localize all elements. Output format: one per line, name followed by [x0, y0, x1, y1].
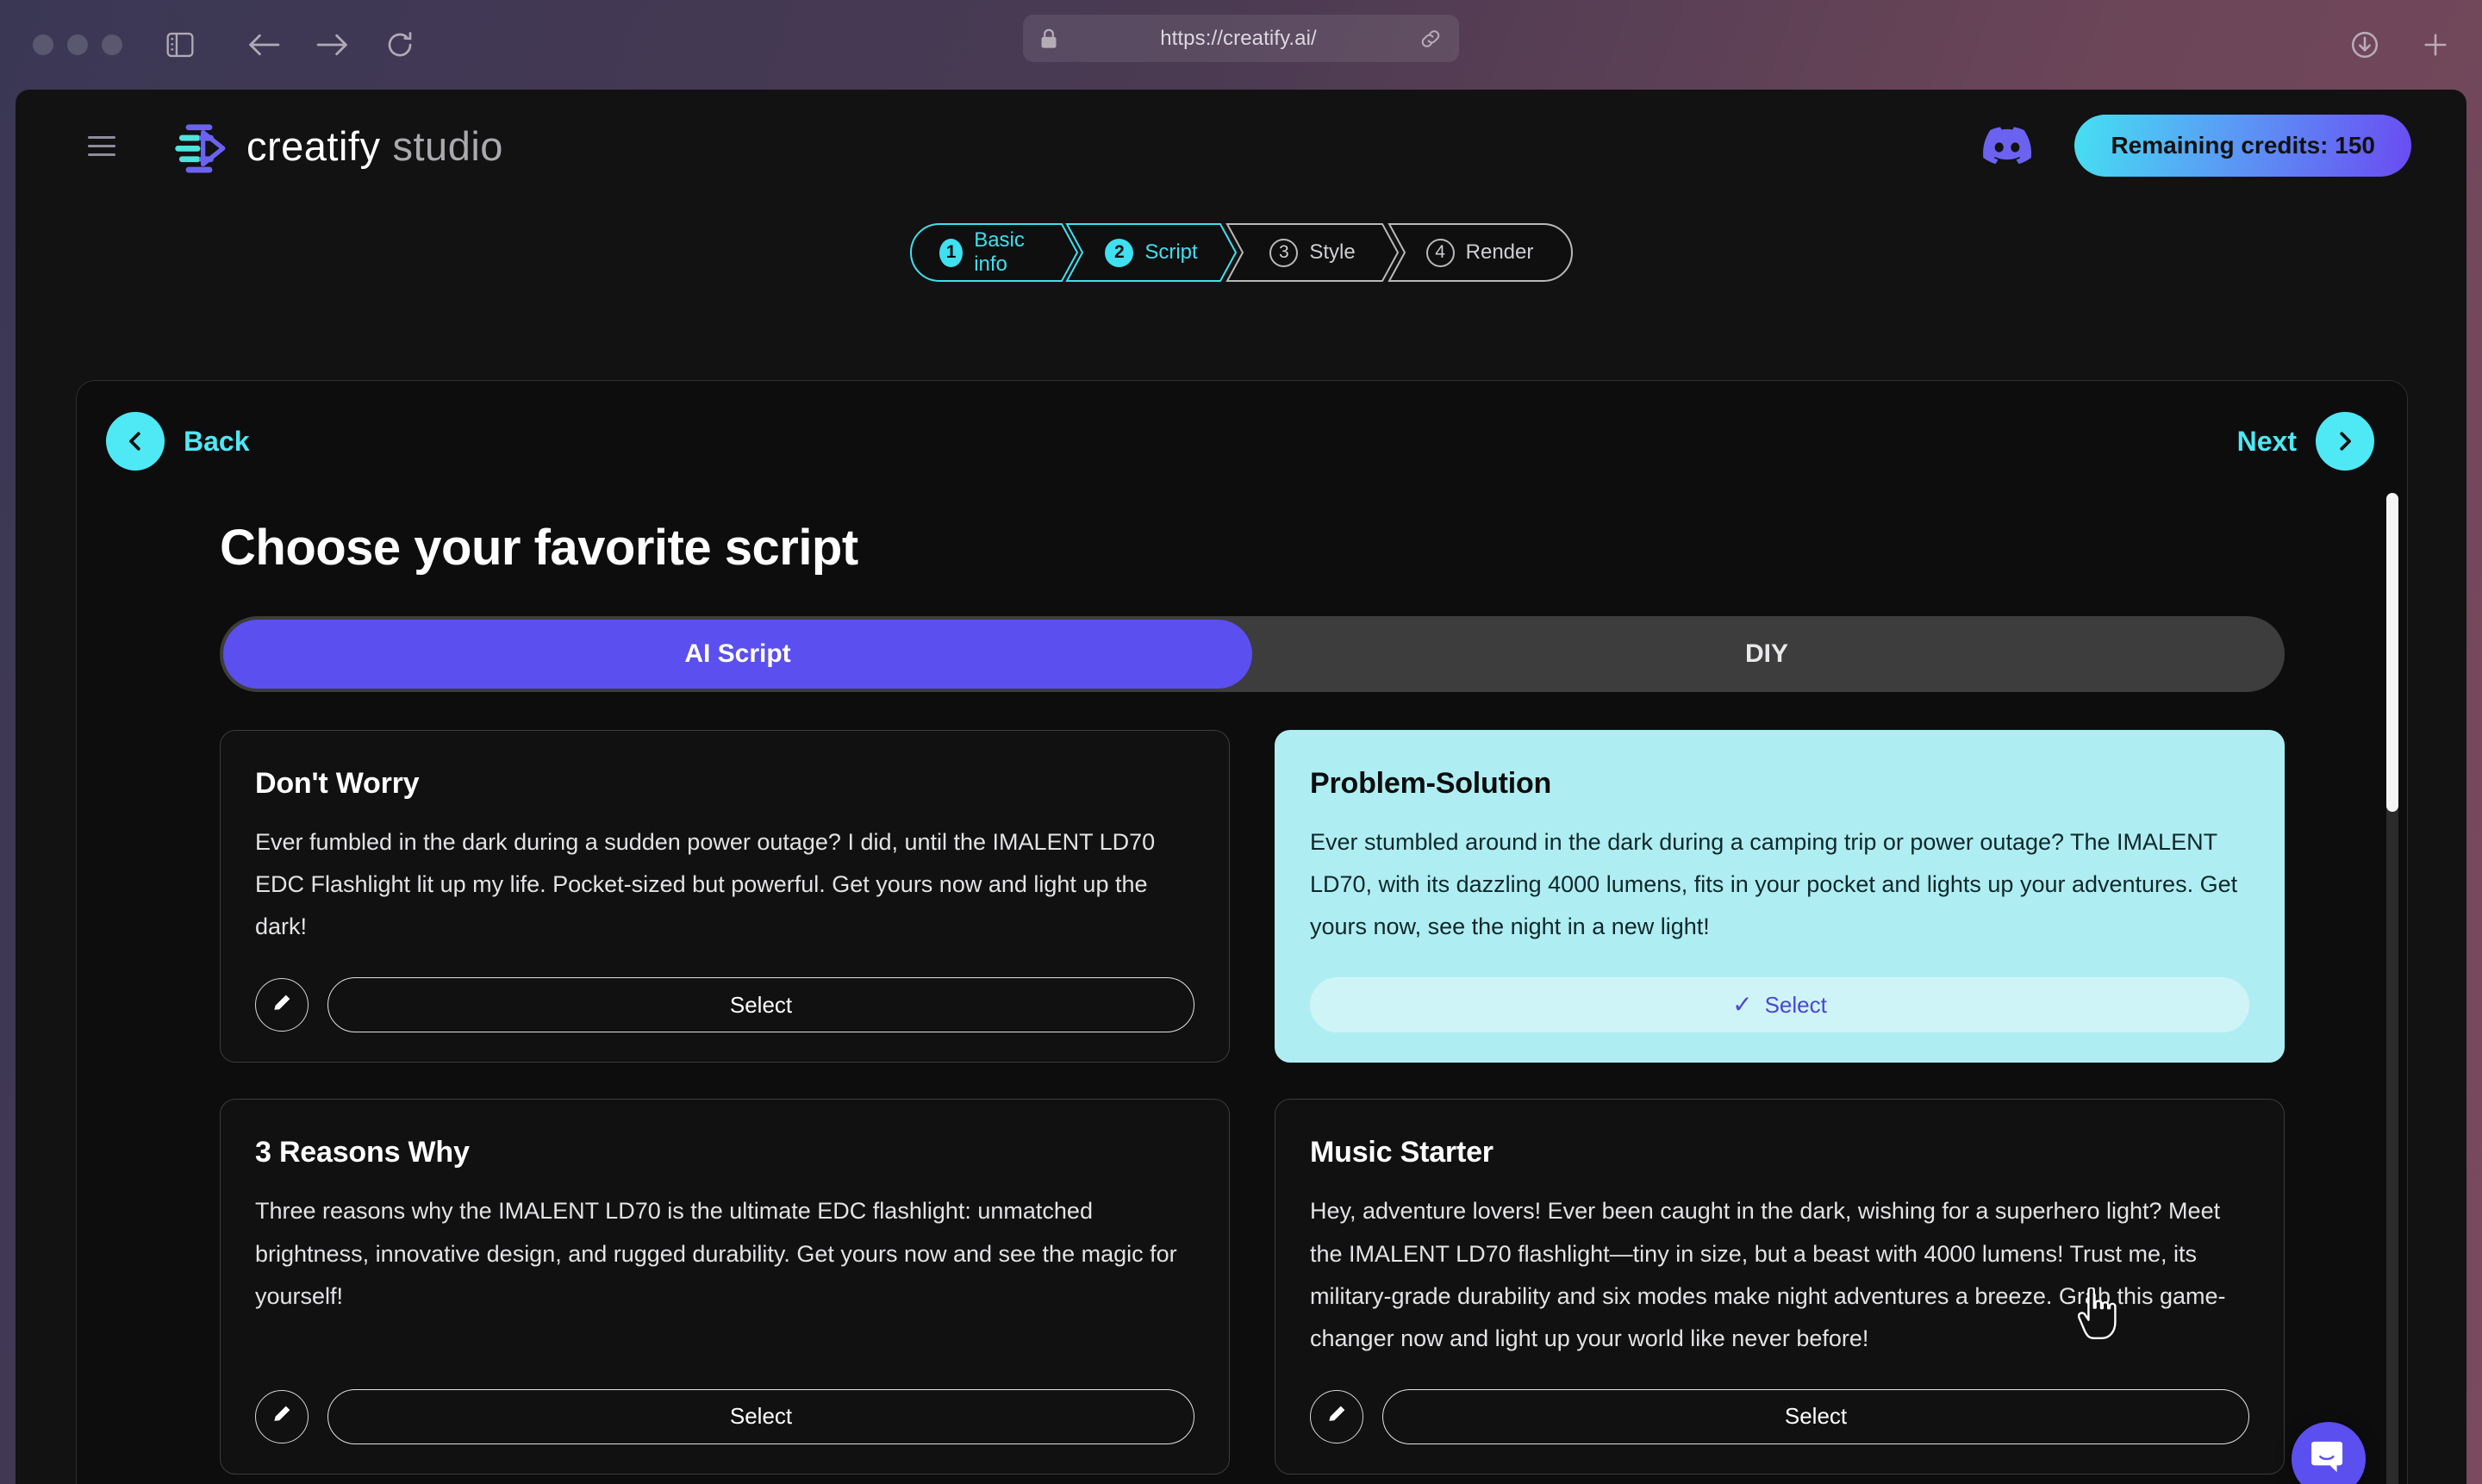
header-right: Remaining credits: 150: [1983, 90, 2411, 202]
script-card[interactable]: 3 Reasons Why Three reasons why the IMAL…: [220, 1099, 1230, 1475]
app-logo[interactable]: creatify studio: [167, 114, 503, 178]
step-number: 4: [1425, 238, 1455, 267]
edit-script-button[interactable]: [255, 978, 309, 1032]
page-title: Choose your favorite script: [220, 520, 858, 576]
browser-chrome-right: [2349, 0, 2451, 90]
select-label: Select: [729, 991, 793, 1018]
content-panel: Back Next Choose your favorite script AI…: [76, 380, 2408, 1484]
step-render[interactable]: 4 Render: [1388, 223, 1573, 282]
select-label: Select: [1784, 1403, 1848, 1430]
check-icon: ✓: [1732, 991, 1753, 1019]
step-basic-info[interactable]: 1 Basic info: [910, 223, 1079, 282]
script-card-title: Music Starter: [1310, 1136, 1494, 1169]
app-header: creatify studio 1 Basic info 2 Script 3 …: [16, 90, 2466, 282]
pencil-icon: [271, 993, 293, 1018]
step-script[interactable]: 2 Script: [1065, 223, 1238, 282]
step-number: 2: [1105, 238, 1134, 267]
script-card-title: 3 Reasons Why: [255, 1136, 470, 1169]
link-icon[interactable]: [1419, 28, 1442, 50]
download-icon[interactable]: [2349, 29, 2380, 60]
next-label: Next: [2236, 425, 2297, 457]
script-card-body: Ever stumbled around in the dark during …: [1310, 829, 2238, 940]
panel-navigation: Back Next: [77, 381, 2407, 502]
chevron-left-icon: [106, 412, 165, 471]
script-card-body: Ever fumbled in the dark during a sudden…: [255, 829, 1156, 940]
select-script-button[interactable]: Select: [1382, 1388, 2249, 1444]
tab-diy[interactable]: DIY: [1252, 620, 2281, 689]
select-label: Select: [1764, 991, 1827, 1018]
reload-icon[interactable]: [384, 29, 415, 60]
select-label: Select: [729, 1403, 793, 1430]
chevron-right-icon: [2316, 412, 2374, 471]
step-label: Style: [1309, 240, 1356, 264]
vertical-scrollbar[interactable]: [2386, 493, 2398, 1484]
browser-chrome: https://creatify.ai/: [0, 0, 2482, 90]
script-mode-toggle: AI Script DIY: [220, 616, 2285, 692]
scrollbar-thumb[interactable]: [2386, 493, 2398, 812]
url-text: https://creatify.ai/: [1160, 26, 1317, 50]
script-card-title: Problem-Solution: [1310, 767, 1552, 800]
step-number: 3: [1269, 238, 1299, 267]
select-script-button[interactable]: Select: [327, 1388, 1194, 1444]
script-card-actions: Select: [255, 1360, 1194, 1444]
close-window-button[interactable]: [33, 34, 53, 55]
credits-badge[interactable]: Remaining credits: 150: [2074, 115, 2411, 177]
step-indicator: 1 Basic info 2 Script 3 Style 4 Render: [910, 223, 1573, 282]
script-card-body: Hey, adventure lovers! Ever been caught …: [1310, 1198, 2226, 1351]
step-style[interactable]: 3 Style: [1225, 223, 1400, 282]
forward-arrow-icon[interactable]: [315, 30, 350, 59]
step-number: 1: [939, 238, 963, 267]
minimize-window-button[interactable]: [67, 34, 88, 55]
back-label: Back: [184, 425, 250, 457]
script-card-selected[interactable]: Problem-Solution Ever stumbled around in…: [1275, 730, 2285, 1063]
panel-scroll-body: Choose your favorite script AI Script DI…: [77, 502, 2407, 1484]
edit-script-button[interactable]: [1310, 1389, 1363, 1443]
tab-ai-script[interactable]: AI Script: [223, 620, 1252, 689]
select-script-button-selected[interactable]: ✓ Select: [1310, 977, 2249, 1033]
window-traffic-lights: [33, 34, 122, 55]
address-bar[interactable]: https://creatify.ai/: [1023, 15, 1459, 62]
hamburger-menu-icon[interactable]: [88, 135, 115, 156]
back-arrow-icon[interactable]: [246, 30, 281, 59]
maximize-window-button[interactable]: [102, 34, 122, 55]
edit-script-button[interactable]: [255, 1389, 309, 1443]
script-card-title: Don't Worry: [255, 767, 420, 800]
step-label: Script: [1144, 240, 1198, 264]
script-card[interactable]: Music Starter Hey, adventure lovers! Eve…: [1275, 1099, 2285, 1475]
app-window: creatify studio 1 Basic info 2 Script 3 …: [16, 90, 2466, 1484]
back-button[interactable]: Back: [106, 412, 250, 471]
script-card[interactable]: Don't Worry Ever fumbled in the dark dur…: [220, 730, 1230, 1063]
plus-icon[interactable]: [2420, 29, 2451, 60]
lock-icon: [1040, 28, 1057, 49]
next-button[interactable]: Next: [2237, 412, 2374, 471]
script-cards-grid: Don't Worry Ever fumbled in the dark dur…: [220, 730, 2317, 1475]
pencil-icon: [271, 1404, 293, 1429]
sidebar-toggle-icon[interactable]: [165, 32, 195, 58]
logo-secondary-text: studio: [392, 122, 503, 169]
chat-bubble-icon: [2310, 1438, 2348, 1481]
step-label: Render: [1465, 240, 1534, 264]
browser-navigation: [246, 29, 415, 60]
pencil-icon: [1325, 1404, 1348, 1429]
script-card-actions: Select: [255, 948, 1194, 1033]
creatify-mark-icon: [175, 124, 226, 173]
step-label: Basic info: [974, 228, 1025, 276]
logo-primary-text: creatify: [246, 122, 381, 169]
script-card-actions: Select: [1310, 1360, 2249, 1444]
script-card-actions: ✓ Select: [1310, 948, 2249, 1033]
script-card-body: Three reasons why the IMALENT LD70 is th…: [255, 1198, 1177, 1309]
discord-icon[interactable]: [1983, 127, 2032, 165]
select-script-button[interactable]: Select: [327, 977, 1194, 1033]
